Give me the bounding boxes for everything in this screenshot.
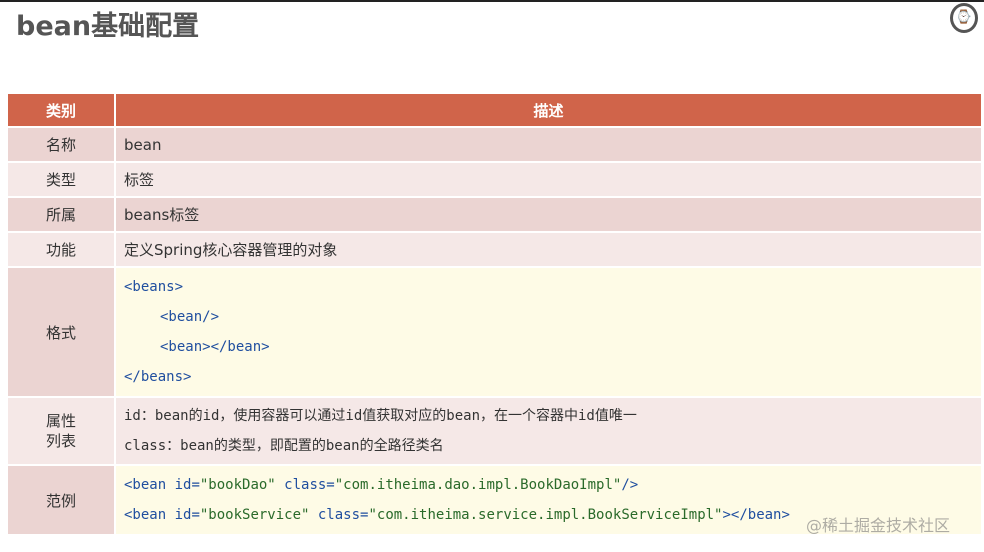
table-row-format: 格式 <beans> <bean/> <bean></bean> </beans… [8, 268, 981, 396]
row-value: bean [116, 128, 981, 161]
table-row: 名称 bean [8, 128, 981, 161]
code-line: <bean></bean> [160, 339, 270, 355]
row-value: 定义Spring核心容器管理的对象 [116, 233, 981, 266]
row-label: 所属 [8, 198, 116, 231]
code-attr: id= [166, 507, 200, 523]
row-label: 格式 [8, 268, 116, 396]
watermark: @稀土掘金技术社区 [806, 516, 951, 535]
attr-line: class：bean的类型，即配置的bean的全路径类名 [124, 438, 444, 454]
row-value: beans标签 [116, 198, 981, 231]
table-row-attributes: 属性 列表 id：bean的id，使用容器可以通过id值获取对应的bean，在一… [8, 398, 981, 464]
format-code: <beans> <bean/> <bean></bean> </beans> [116, 268, 981, 396]
code-tag: <bean [124, 507, 167, 523]
row-label: 名称 [8, 128, 116, 161]
row-label: 类型 [8, 163, 116, 196]
code-value: "bookDao" [199, 477, 276, 493]
page-title: bean基础配置 [16, 11, 200, 42]
code-value: "bookService" [199, 507, 310, 523]
row-label: 属性 列表 [8, 398, 116, 464]
code-line: <bean/> [160, 309, 220, 325]
attributes-text: id：bean的id，使用容器可以通过id值获取对应的bean，在一个容器中id… [116, 398, 981, 464]
row-label: 范例 [8, 466, 116, 534]
attr-line: id：bean的id，使用容器可以通过id值获取对应的bean，在一个容器中id… [124, 408, 637, 424]
code-line: </beans> [124, 369, 192, 385]
code-attr: class= [275, 477, 335, 493]
table-row: 类型 标签 [8, 163, 981, 196]
top-border [0, 0, 984, 2]
table-row: 所属 beans标签 [8, 198, 981, 231]
code-tag: ></bean> [722, 507, 790, 523]
row-label: 功能 [8, 233, 116, 266]
row-value: 标签 [116, 163, 981, 196]
code-line: <beans> [124, 279, 184, 295]
code-tag: <bean [124, 477, 167, 493]
code-line: <bean id="bookDao" class="com.itheima.da… [124, 470, 973, 500]
code-attr: id= [166, 477, 200, 493]
header-category: 类别 [8, 94, 116, 126]
header-description: 描述 [116, 94, 981, 126]
code-value: "com.itheima.dao.impl.BookDaoImpl" [334, 477, 622, 493]
logo-icon: ⌚ [950, 3, 978, 33]
bean-config-table: 类别 描述 名称 bean 类型 标签 所属 beans标签 功能 定义Spring核心容… [8, 92, 981, 536]
code-value: "com.itheima.service.impl.BookServiceImp… [368, 507, 723, 523]
table-row: 功能 定义Spring核心容器管理的对象 [8, 233, 981, 266]
code-attr: class= [309, 507, 369, 523]
code-tag: /> [621, 477, 639, 493]
